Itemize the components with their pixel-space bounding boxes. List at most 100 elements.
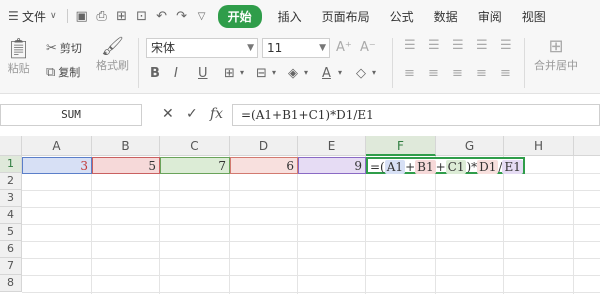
merge-icon: ⊞ [548,36,564,57]
row-header-3[interactable]: 3 [0,190,22,207]
formula-ref-b1: B1 [415,160,436,174]
tab-formulas[interactable]: 公式 [380,8,424,25]
gridline [22,258,600,259]
column-header-b[interactable]: B [92,136,160,156]
column-header-a[interactable]: A [22,136,92,156]
export-icon[interactable]: ⊡ [132,9,152,24]
confirm-icon[interactable]: ✓ [186,106,198,122]
gridline [365,156,366,294]
merge-center-button[interactable]: ⊞ 合并居中 [534,36,578,73]
print-preview-icon[interactable]: ⎙ [92,9,112,24]
ribbon: 📋︎ 粘贴 ✂ 剪切 ⧉ 复制 🖌︎ 格式刷 宋体 ▼ 11 ▼ A⁺ A⁻ B… [0,32,600,94]
align-top-icon[interactable]: ☰ [404,38,416,53]
chevron-down-icon: ∨ [50,11,57,21]
cell-b1[interactable]: 5 [92,157,160,174]
font-size-select[interactable]: 11 ▼ [262,38,330,58]
orientation-icon[interactable]: ☰ [476,38,488,53]
save-icon[interactable]: ▣ [72,9,92,24]
column-header-e[interactable]: E [298,136,366,156]
align-center-icon[interactable]: ≡ [428,66,439,81]
cell-d1[interactable]: 6 [230,157,298,174]
name-box[interactable]: SUM [0,104,142,126]
distributed-icon[interactable]: ≡ [500,66,511,81]
tab-view[interactable]: 视图 [512,8,556,25]
wrap-text-icon[interactable]: ☰ [500,38,512,53]
paste-label: 粘贴 [7,62,30,75]
fx-icon[interactable]: fx [210,106,223,122]
formula-ref-a1: A1 [384,160,406,174]
tab-page-layout[interactable]: 页面布局 [312,8,380,25]
decrease-font-icon[interactable]: A⁻ [360,40,376,55]
gridline [297,156,298,294]
brush-icon: 🖌︎ [101,36,124,57]
tab-data[interactable]: 数据 [424,8,468,25]
underline-icon[interactable]: U [198,66,208,81]
italic-icon[interactable]: I [174,66,178,81]
formula-input[interactable]: =(A1+B1+C1)*D1/E1 [232,104,600,126]
formula-ref-e1: E1 [502,160,523,174]
print-icon[interactable]: ⊞ [112,9,132,24]
paste-button[interactable]: 📋︎ 粘贴 [6,36,31,76]
undo-icon[interactable]: ↶ [152,9,172,24]
border-icon[interactable]: ⊞ [224,66,235,81]
menu-bar: ☰ 文件 ∨ ▣ ⎙ ⊞ ⊡ ↶ ↷ ▽ 开始 插入 页面布局 公式 数据 审阅… [0,0,600,32]
select-all-corner[interactable] [0,136,22,156]
chevron-down-icon[interactable]: ▾ [272,68,276,77]
bold-icon[interactable]: B [150,66,160,81]
chevron-down-icon[interactable]: ▾ [372,68,376,77]
chevron-down-icon[interactable]: ▾ [304,68,308,77]
fill-color-icon[interactable]: ⊟ [256,66,267,81]
increase-font-icon[interactable]: A⁺ [336,40,352,55]
column-header-h[interactable]: H [504,136,574,156]
eraser-icon[interactable]: ◇ [356,66,366,81]
font-color-icon[interactable]: A [322,66,331,81]
row-header-7[interactable]: 7 [0,258,22,275]
column-header-d[interactable]: D [230,136,298,156]
copy-label: 复制 [58,66,81,79]
row-header-4[interactable]: 4 [0,207,22,224]
cell-e1[interactable]: 9 [298,157,366,174]
spreadsheet-grid: A B C D E F G H 1 2 3 4 5 6 7 8 3 5 7 6 … [0,136,600,294]
row-header-6[interactable]: 6 [0,241,22,258]
column-header-overflow [574,136,600,156]
align-left-icon[interactable]: ≡ [404,66,415,81]
tab-home[interactable]: 开始 [217,4,262,28]
font-name-value: 宋体 [151,41,176,55]
justify-icon[interactable]: ≡ [476,66,487,81]
align-bottom-icon[interactable]: ☰ [452,38,464,53]
align-right-icon[interactable]: ≡ [452,66,463,81]
more-quick-icon[interactable]: ▽ [192,11,212,22]
chevron-down-icon[interactable]: ▾ [338,68,342,77]
format-painter-button[interactable]: 🖌︎ 格式刷 [96,36,129,73]
row-header-1[interactable]: 1 [0,156,22,173]
cell-f1-editing[interactable]: =(A1 + B1 + C1)* D1/E1 [366,157,525,174]
row-header-5[interactable]: 5 [0,224,22,241]
tab-insert[interactable]: 插入 [268,8,312,25]
file-menu[interactable]: 文件 ∨ [22,8,57,25]
cut-button[interactable]: ✂ 剪切 [46,40,82,56]
cell-c1[interactable]: 7 [160,157,230,174]
divider [524,38,525,88]
align-middle-icon[interactable]: ☰ [428,38,440,53]
formula-token: + [435,160,446,174]
column-header-g[interactable]: G [436,136,504,156]
paint-bucket-icon[interactable]: ◈ [288,66,298,81]
column-header-c[interactable]: C [160,136,230,156]
cell-a1[interactable]: 3 [22,157,92,174]
redo-icon[interactable]: ↷ [172,9,192,24]
format-painter-label: 格式刷 [96,59,129,72]
menu-icon[interactable]: ☰ [0,9,22,23]
row-header-8[interactable]: 8 [0,275,22,292]
copy-button[interactable]: ⧉ 复制 [46,64,80,80]
tab-review[interactable]: 审阅 [468,8,512,25]
cancel-icon[interactable]: ✕ [162,106,174,122]
gridline [22,292,600,293]
chevron-down-icon: ▼ [319,43,326,53]
scissors-icon: ✂ [46,40,57,56]
chevron-down-icon[interactable]: ▾ [240,68,244,77]
gridline [159,156,160,294]
row-header-2[interactable]: 2 [0,173,22,190]
column-header-f[interactable]: F [366,136,436,156]
formula-ref-c1: C1 [445,160,467,174]
font-name-select[interactable]: 宋体 ▼ [146,38,258,58]
